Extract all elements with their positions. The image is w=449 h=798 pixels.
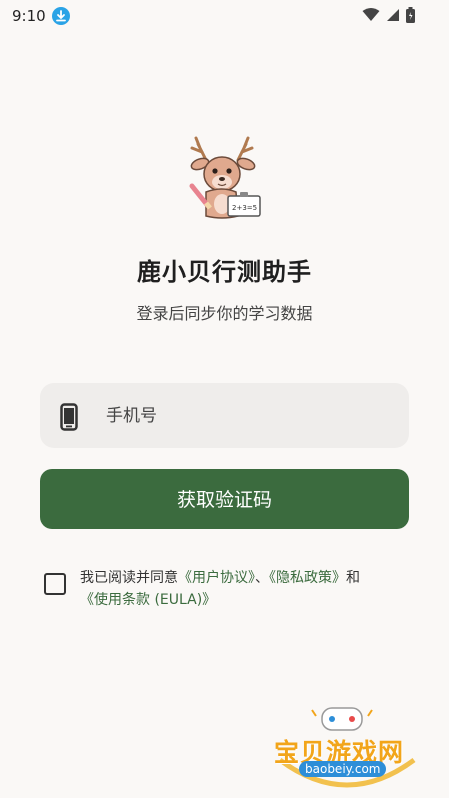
agreement-text: 我已阅读并同意《用户协议》、《隐私政策》和《使用条款 (EULA)》 <box>80 567 410 611</box>
watermark-url: baobeiy.com <box>299 761 387 777</box>
wifi-icon <box>362 8 380 22</box>
agreement-separator: 、 <box>255 570 269 586</box>
eula-link[interactable]: 《使用条款 (EULA)》 <box>80 592 216 608</box>
download-icon <box>52 7 70 25</box>
app-subtitle: 登录后同步你的学习数据 <box>136 304 313 323</box>
system-icons <box>362 7 415 23</box>
logo-board-text: 2+3=5 <box>232 204 257 212</box>
phone-field[interactable] <box>40 383 409 448</box>
phone-input[interactable] <box>104 383 396 448</box>
user-agreement-link[interactable]: 《用户协议》 <box>178 570 255 586</box>
battery-icon <box>406 7 415 23</box>
status-time: 9:10 <box>12 7 46 25</box>
privacy-policy-link[interactable]: 《隐私政策》 <box>269 570 346 586</box>
agreement-and: 和 <box>346 570 360 586</box>
get-verification-code-button[interactable]: 获取验证码 <box>40 469 409 529</box>
agreement-prefix: 我已阅读并同意 <box>80 570 178 586</box>
signal-icon <box>386 8 400 22</box>
app-logo: 2+3=5 <box>176 130 272 226</box>
status-bar: 9:10 <box>0 0 449 32</box>
agreement-checkbox[interactable] <box>44 573 66 595</box>
app-title: 鹿小贝行测助手 <box>137 258 312 286</box>
mobile-phone-icon <box>60 403 78 435</box>
